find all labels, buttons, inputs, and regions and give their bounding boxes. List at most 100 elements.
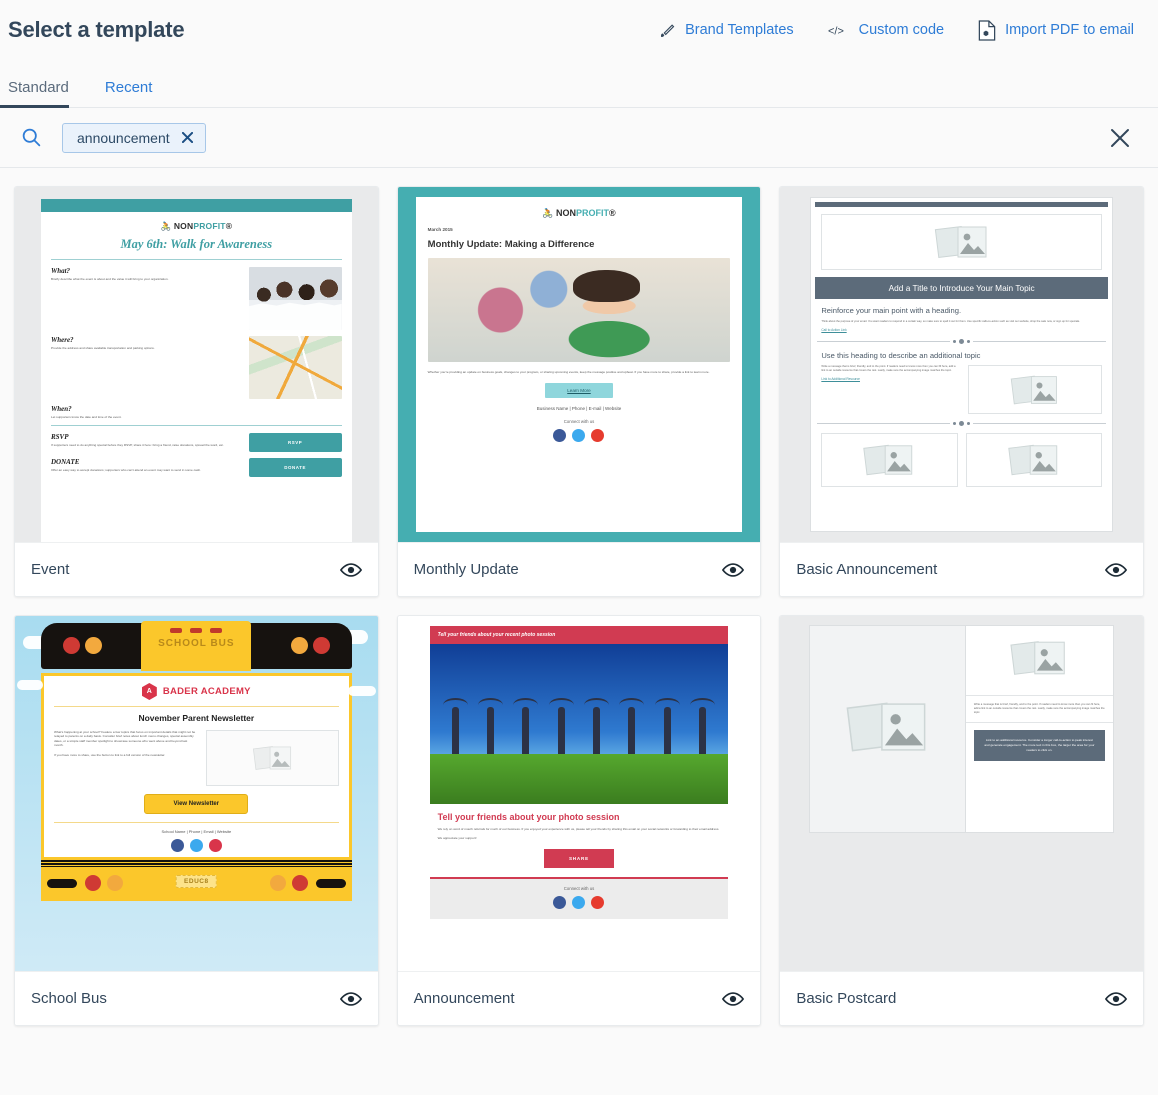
import-pdf-label: Import PDF to email [1005,22,1134,38]
event-logo: 🚴 NONPROFIT® [160,221,233,231]
brand-templates-label: Brand Templates [685,22,794,38]
template-name: Monthly Update [413,561,519,578]
postcard-image-placeholder [965,626,1113,696]
school-bus-body-2: If you have more to share, use the butto… [54,752,166,757]
eye-icon[interactable] [339,562,362,578]
eye-icon[interactable] [722,991,745,1007]
youtube-icon [591,429,605,443]
event-section-body: If supporters need to do anything specia… [51,443,224,448]
brand-templates-button[interactable]: Brand Templates [659,22,794,39]
school-bus-footer-links: School Name | Phone | Email | Website [161,829,232,834]
template-thumbnail-basic-postcard: Write a message that is brief, friendly,… [780,616,1143,971]
template-card-event[interactable]: 🚴 NONPROFIT® May 6th: Walk for Awareness… [14,186,379,597]
event-section-q: What? [51,267,71,275]
school-bus-sign-text: SCHOOL BUS [158,638,235,649]
monthly-date: March 2015 [427,227,453,232]
monthly-connect-label: Connect with us [563,419,595,425]
tab-recent[interactable]: Recent [105,79,167,107]
template-thumbnail-school-bus: SCHOOL BUS A BADER ACADEMY November Pare… [15,616,378,971]
event-map-image [248,336,342,399]
twitter-icon [572,429,586,443]
school-bus-cta-button: View Newsletter [144,794,249,814]
monthly-logo: 🚴 NONPROFIT® [542,208,616,218]
announcement-body-2: We appreciate your support! [437,836,477,841]
announcement-hero-image [429,644,729,804]
template-name: School Bus [31,990,107,1007]
announcement-social-icons [430,895,729,909]
announcement-preheader: Tell your friends about your recent phot… [429,626,729,644]
twitter-icon [572,895,586,909]
announcement-heading-1: Reinforce your main point with a heading… [821,306,962,315]
template-name: Basic Announcement [796,561,938,578]
academy-brand-name: BADER ACADEMY [162,686,251,697]
event-heading: May 6th: Walk for Awareness [120,237,273,251]
image-placeholder-icon [967,365,1102,415]
tab-standard[interactable]: Standard [0,79,83,108]
image-placeholder-icon [206,730,339,786]
search-icon[interactable] [16,127,46,148]
event-section-body: Provide the address and share available … [51,346,155,350]
template-card-monthly-update[interactable]: 🚴 NONPROFIT® March 2015 Monthly Update: … [396,186,762,597]
school-bus-front: SCHOOL BUS [41,621,352,673]
import-pdf-button[interactable]: ⬢ Import PDF to email [978,19,1134,41]
event-section-q: DONATE [51,458,80,467]
eye-icon[interactable] [1104,562,1128,578]
event-rsvp-button: RSVP [248,433,342,453]
template-thumbnail-basic-announcement: Add a Title to Introduce Your Main Topic… [780,187,1143,542]
template-card-announcement[interactable]: Tell your friends about your recent phot… [396,615,762,1026]
facebook-icon [170,839,184,852]
eye-icon[interactable] [339,991,362,1007]
twitter-icon [189,839,203,852]
tab-standard-label: Standard [8,79,69,96]
template-thumbnail-monthly-update: 🚴 NONPROFIT® March 2015 Monthly Update: … [397,187,761,542]
event-top-band [41,199,352,212]
monthly-body: Whether you're providing an update on bu… [427,370,710,374]
school-bus-plate: EDUC8 [176,875,217,888]
facebook-icon [553,895,567,909]
monthly-learn-more-button: Learn More [544,383,613,399]
announcement-link-1: Call to Action Link [821,328,847,333]
eye-icon[interactable] [722,562,745,578]
postcard-image-panel [810,626,966,832]
svg-text:</>: </> [828,25,844,37]
template-card-basic-announcement[interactable]: Add a Title to Introduce Your Main Topic… [779,186,1144,597]
announcement-body-2: Write a message that is brief, friendly,… [821,365,956,373]
youtube-icon [591,895,605,909]
section-divider [817,339,1106,345]
eye-icon[interactable] [1104,991,1128,1007]
school-bus-body-1: What's happening at your school? Feature… [54,730,196,748]
pdf-file-icon: ⬢ [978,19,996,41]
custom-code-label: Custom code [858,22,945,38]
page-title: Select a template [8,17,185,42]
event-section-q: Where? [51,336,74,344]
monthly-hero-image [427,258,731,362]
custom-code-button[interactable]: </> Custom code [828,22,944,38]
event-photo-walkers [248,267,342,330]
template-card-basic-postcard[interactable]: Write a message that is brief, friendly,… [779,615,1144,1026]
announcement-connect-label: Connect with us [563,885,595,891]
template-thumbnail-announcement: Tell your friends about your recent phot… [397,616,761,971]
template-thumbnail-event: 🚴 NONPROFIT® May 6th: Walk for Awareness… [15,187,378,542]
template-tabs: Standard Recent [0,60,1158,108]
event-section-body: Let supporters know the date and time of… [51,415,122,419]
card-footer: Basic Postcard [780,971,1143,1025]
close-icon[interactable] [1104,122,1136,154]
chip-close-icon[interactable] [181,131,193,144]
search-filter-chip[interactable]: announcement [62,122,206,153]
monthly-footer-links: Business Name | Phone | E-mail | Website [536,406,622,412]
school-bus-rear: EDUC8 [41,860,352,901]
image-placeholder-icon [1009,638,1069,683]
monthly-heading: Monthly Update: Making a Difference [427,239,595,250]
svg-text:⬢: ⬢ [983,29,989,37]
search-filter-chip-label: announcement [77,129,170,146]
code-icon: </> [828,23,850,38]
event-section-q: RSVP [51,433,69,442]
template-name: Basic Postcard [796,990,897,1007]
facebook-icon [553,429,567,443]
template-card-school-bus[interactable]: SCHOOL BUS A BADER ACADEMY November Pare… [14,615,379,1026]
announcement-heading-2: Use this heading to describe an addition… [821,351,981,361]
card-footer: Basic Announcement [780,542,1143,596]
monthly-social-icons [428,429,731,443]
section-divider [817,421,1106,427]
event-donate-button: DONATE [248,458,342,478]
